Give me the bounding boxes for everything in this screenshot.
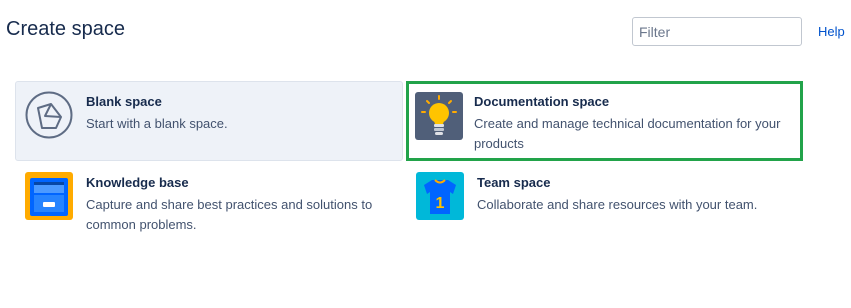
space-name: Documentation space: [474, 94, 610, 109]
space-description: Collaborate and share resources with you…: [477, 197, 758, 212]
space-description: Capture and share best practices and sol…: [86, 197, 373, 232]
page-title: Create space: [6, 18, 125, 40]
space-name: Knowledge base: [86, 175, 189, 190]
blank-space-icon: [25, 91, 73, 139]
space-option-blank[interactable]: Blank space Start with a blank space.: [15, 81, 403, 161]
space-option-team[interactable]: 1 Team space Collaborate and share resou…: [406, 162, 803, 242]
space-option-knowledge-base[interactable]: Knowledge base Capture and share best pr…: [15, 162, 403, 242]
space-description: Start with a blank space.: [86, 116, 228, 131]
filter-input[interactable]: [632, 17, 802, 46]
space-description: Create and manage technical documentatio…: [474, 116, 781, 151]
svg-text:1: 1: [436, 195, 445, 212]
team-jersey-icon: 1: [416, 172, 464, 220]
file-cabinet-icon: [25, 172, 73, 220]
space-name: Blank space: [86, 94, 162, 109]
space-name: Team space: [477, 175, 551, 190]
help-link[interactable]: Help: [818, 24, 845, 39]
lightbulb-icon: [415, 92, 463, 140]
space-option-documentation[interactable]: Documentation space Create and manage te…: [406, 81, 803, 161]
